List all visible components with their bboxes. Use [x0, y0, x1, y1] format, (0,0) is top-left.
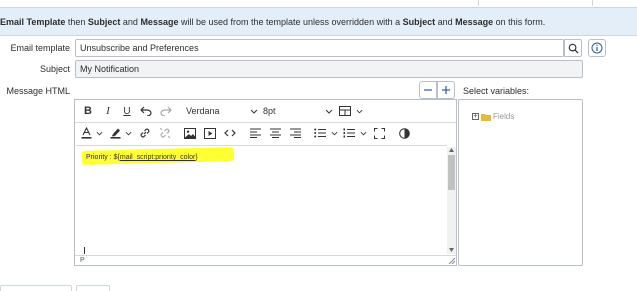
font-family-value: Verdana: [186, 106, 220, 116]
numbered-list-icon: [343, 128, 355, 138]
subject-field[interactable]: My Notification: [75, 60, 583, 78]
element-path[interactable]: P: [80, 257, 85, 264]
email-template-label: Email template: [10, 43, 70, 53]
editor-body-text: Priority : ${mail_script:priority_color}: [86, 154, 198, 161]
bottom-tab[interactable]: [0, 285, 72, 291]
fullscreen-icon: [373, 127, 385, 139]
email-template-field[interactable]: Unsubscribe and Preferences: [75, 39, 564, 57]
top-tab-strip: [0, 0, 637, 6]
insert-image-button[interactable]: [183, 126, 197, 140]
text-color-button[interactable]: [81, 126, 103, 140]
info-emph: Email Template: [0, 16, 66, 27]
body-text-prefix: Priority : ${: [86, 154, 120, 161]
align-left-icon: [249, 128, 261, 138]
message-html-label: Message HTML: [6, 86, 70, 96]
info-emph: Message: [140, 16, 179, 27]
highlight-color-button[interactable]: [110, 126, 132, 140]
chevron-down-icon: [360, 131, 367, 135]
chevron-down-icon: [331, 131, 338, 135]
underline-button[interactable]: U: [120, 104, 134, 118]
source-code-button[interactable]: [223, 126, 237, 140]
unlink-icon: [159, 127, 171, 139]
info-text: and: [435, 16, 456, 27]
contrast-icon: [398, 127, 410, 139]
toolbar-divider: [75, 122, 456, 123]
bullet-list-button[interactable]: [314, 126, 338, 140]
redo-icon: [160, 106, 172, 116]
plus-icon: [442, 86, 450, 94]
mail-script-reference: mail_script:priority_color: [119, 154, 196, 161]
chevron-down-icon: [125, 131, 132, 135]
video-icon: [204, 127, 216, 139]
editor-status-bar: P: [75, 255, 456, 265]
link-button[interactable]: [138, 126, 152, 140]
info-text: and: [120, 16, 141, 27]
info-text: will be used from the template unless ov…: [178, 16, 403, 27]
info-emph: Subject: [402, 16, 436, 27]
align-center-icon: [269, 128, 281, 138]
top-tab-edge: [592, 0, 593, 6]
info-message-text: Email Template then Subject and Message …: [0, 17, 545, 27]
search-icon: [568, 43, 579, 54]
table-button[interactable]: [339, 104, 363, 118]
expand-editor-button[interactable]: [437, 81, 455, 99]
undo-icon: [140, 106, 152, 116]
fullscreen-button[interactable]: [372, 126, 386, 140]
top-tab-edge: [478, 0, 479, 6]
resize-handle-icon[interactable]: [448, 257, 455, 264]
font-size-select[interactable]: 8pt: [263, 104, 333, 118]
font-family-select[interactable]: Verdana: [186, 104, 258, 118]
align-center-button[interactable]: [268, 126, 282, 140]
chevron-down-icon: [325, 109, 333, 114]
bottom-tab[interactable]: [76, 285, 110, 291]
insert-video-button[interactable]: [203, 126, 217, 140]
info-emph: Message: [455, 16, 494, 27]
info-text: on this form.: [493, 16, 546, 27]
align-right-button[interactable]: [288, 126, 302, 140]
italic-button[interactable]: I: [101, 104, 115, 118]
tree-expander-icon[interactable]: +: [472, 113, 479, 120]
subject-label: Subject: [39, 64, 70, 74]
editor-scrollbar[interactable]: [447, 147, 456, 254]
tree-node-fields[interactable]: + Fields: [472, 112, 514, 121]
select-variables-label: Select variables:: [463, 86, 530, 96]
text-color-icon: [81, 127, 92, 139]
highlighter-icon: [110, 128, 121, 139]
undo-button[interactable]: [139, 104, 153, 118]
code-icon: [224, 129, 236, 137]
chevron-down-icon: [250, 109, 258, 114]
text-cursor: [84, 247, 85, 254]
info-text: then: [65, 16, 88, 27]
align-right-icon: [289, 128, 301, 138]
info-button[interactable]: [588, 39, 606, 57]
html-editor: B I U Verdana 8pt: [74, 99, 457, 266]
info-icon: [591, 42, 603, 54]
tree-node-label: Fields: [493, 112, 515, 121]
contrast-button[interactable]: [397, 126, 411, 140]
collapse-editor-button[interactable]: [419, 81, 437, 99]
table-icon: [339, 106, 351, 116]
link-icon: [140, 128, 150, 138]
unlink-button[interactable]: [158, 126, 172, 140]
body-text-suffix: }: [195, 154, 198, 161]
search-button[interactable]: [564, 39, 582, 57]
bold-button[interactable]: B: [81, 104, 95, 118]
scrollbar-thumb[interactable]: [448, 155, 455, 190]
font-size-value: 8pt: [263, 106, 276, 116]
scroll-up-arrow-icon[interactable]: [449, 148, 454, 152]
info-message-banner: Email Template then Subject and Message …: [0, 7, 637, 36]
info-emph: Subject: [87, 16, 121, 27]
image-icon: [184, 127, 196, 139]
chevron-down-icon: [356, 109, 363, 113]
redo-button[interactable]: [159, 104, 173, 118]
chevron-down-icon: [96, 131, 103, 135]
scroll-down-arrow-icon[interactable]: [449, 248, 454, 252]
minus-icon: [424, 89, 432, 91]
folder-icon: [481, 113, 491, 121]
bullet-list-icon: [314, 128, 326, 138]
numbered-list-button[interactable]: [343, 126, 367, 140]
align-left-button[interactable]: [248, 126, 262, 140]
variables-panel: + Fields: [458, 99, 583, 266]
